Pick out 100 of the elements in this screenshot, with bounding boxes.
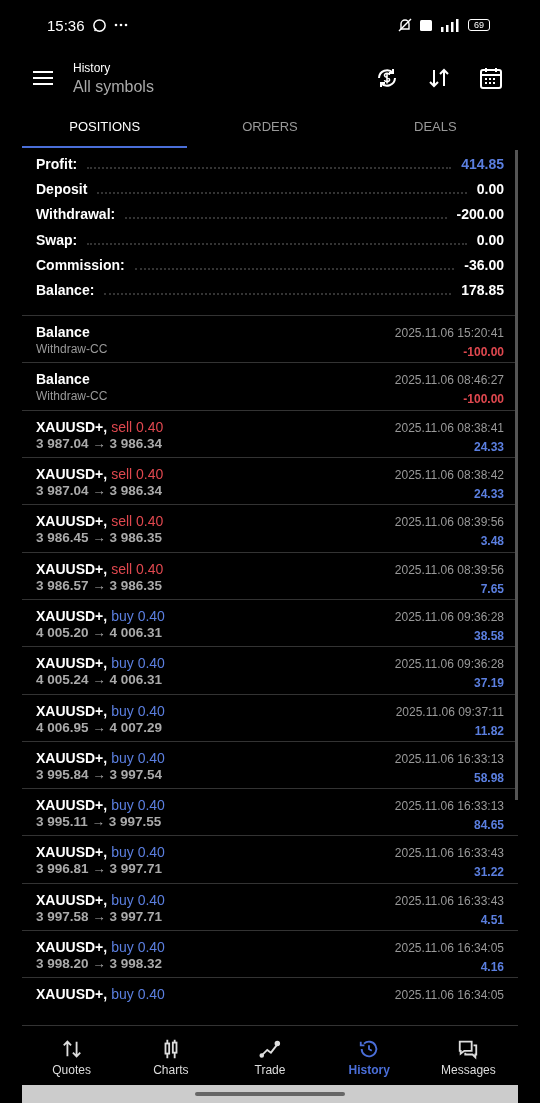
deal-symbol: XAUUSD+, [36, 418, 108, 435]
summary-value: -200.00 [456, 206, 504, 223]
deal-time: 2025.11.06 16:34:05 [394, 941, 504, 955]
line-graph-icon [259, 1038, 281, 1060]
screen-title: History [73, 60, 112, 75]
deal-comment: Withdraw-CC [36, 342, 108, 357]
more-icon [113, 23, 128, 27]
deal-symbol: XAUUSD+, [36, 607, 108, 624]
deal-profit: 31.22 [473, 865, 504, 880]
deal-time: 2025.11.06 09:36:28 [394, 609, 504, 624]
deal-prices: 4 006.95 → 4 007.29 [36, 719, 164, 735]
status-time: 15:36 [47, 16, 85, 34]
deal-symbol: XAUUSD+, [36, 655, 108, 672]
deal-symbol: XAUUSD+, [36, 986, 108, 1003]
deal-profit: 58.98 [473, 770, 504, 785]
deal-prices: 3 986.57 → 3 986.35 [36, 577, 164, 593]
deal-prices: 3 995.84 → 3 997.54 [36, 766, 164, 782]
tab[interactable]: DEALS [352, 106, 518, 148]
tab[interactable]: POSITIONS [22, 106, 188, 148]
summary-label: Deposit [36, 181, 88, 198]
deal-prices: 3 987.04 → 3 986.34 [36, 483, 164, 498]
deal-time: 2025.11.06 16:33:43 [394, 846, 504, 861]
nav-tab[interactable]: Messages [418, 1030, 518, 1085]
deal-time: 2025.11.06 09:36:28 [394, 657, 504, 672]
deal-profit: -100.00 [463, 345, 504, 360]
nav-tab[interactable]: Trade [220, 1030, 320, 1085]
deal-comment: Withdraw-CC [36, 389, 108, 404]
deal-prices: 3 987.04 → 3 986.34 [36, 435, 164, 451]
deal-prices: 3 995.11 → 3 997.55 [36, 814, 163, 830]
deal-profit: 4.51 [480, 912, 504, 927]
scrollbar[interactable] [515, 150, 518, 800]
summary-label: Balance: [36, 281, 95, 298]
deal-symbol: Balance [36, 371, 90, 388]
deal-time: 2025.11.06 08:39:56 [394, 562, 504, 577]
battery-indicator: 69 [468, 19, 490, 31]
deal-profit: 11.82 [474, 723, 504, 738]
deal-profit: 84.65 [473, 818, 504, 833]
summary-label: Withdrawal: [36, 206, 116, 223]
deal-profit: 4.16 [480, 960, 504, 974]
deal-time: 2025.11.06 15:20:41 [394, 326, 504, 341]
deal-symbol: XAUUSD+, [36, 844, 108, 861]
deal-symbol: XAUUSD+, [36, 513, 108, 530]
deal-prices: 4 005.24 → 4 006.31 [36, 672, 164, 688]
deal-profit: 3.48 [480, 534, 504, 549]
deal-type: buy 0.40 [111, 607, 165, 624]
deal-type: buy 0.40 [111, 702, 165, 719]
chat-bubble-icon [91, 17, 107, 33]
nav-tab[interactable]: History [319, 1030, 419, 1085]
summary-value: -36.00 [464, 256, 504, 273]
deal-profit: 24.33 [473, 439, 504, 454]
deal-type: buy 0.40 [111, 655, 165, 672]
muted-bell-icon [397, 18, 413, 32]
deal-time: 2025.11.06 09:37:11 [395, 704, 504, 719]
deal-profit: -100.00 [463, 392, 504, 407]
deal-profit: 24.33 [473, 487, 504, 501]
deal-type: sell 0.40 [111, 466, 164, 482]
gesture-handle[interactable] [195, 1092, 345, 1096]
deal-prices: 3 997.58 → 3 997.71 [36, 908, 164, 924]
deal-profit: 38.58 [473, 628, 504, 643]
deal-profit: 7.65 [480, 581, 504, 596]
deal-type: sell 0.40 [111, 513, 164, 530]
summary-label: Profit: [36, 156, 78, 172]
summary-value: 0.00 [476, 181, 504, 198]
summary-label: Commission: [36, 256, 125, 273]
nav-tab[interactable]: Charts [121, 1030, 221, 1085]
deal-type: buy 0.40 [111, 986, 165, 1003]
deal-time: 2025.11.06 08:39:56 [394, 515, 504, 530]
deal-prices: 3 986.45 → 3 986.35 [36, 530, 164, 546]
deal-time: 2025.11.06 16:33:13 [394, 751, 504, 766]
deal-symbol: XAUUSD+, [36, 466, 108, 482]
deal-type: buy 0.40 [111, 749, 165, 766]
symbol-filter[interactable]: All symbols [73, 77, 154, 96]
deal-symbol: XAUUSD+, [36, 797, 108, 814]
tab[interactable]: ORDERS [187, 106, 353, 148]
deal-prices: 4 005.20 → 4 006.31 [36, 624, 164, 640]
deal-profit: 37.19 [473, 676, 504, 691]
deal-type: buy 0.40 [111, 844, 165, 861]
nav-tab[interactable]: Quotes [22, 1030, 122, 1085]
deal-symbol: XAUUSD+, [36, 891, 108, 908]
sort-icon[interactable] [427, 66, 451, 90]
menu-icon[interactable] [33, 71, 53, 85]
deal-symbol: XAUUSD+, [36, 749, 108, 766]
summary-label: Swap: [36, 231, 78, 248]
deal-time: 2025.11.06 08:38:41 [394, 420, 504, 435]
summary-value: 0.00 [476, 231, 504, 248]
deal-symbol: Balance [36, 324, 90, 341]
chat-bubbles-icon [457, 1038, 480, 1060]
deal-prices: 3 998.20 → 3 998.32 [36, 956, 164, 971]
summary-value: 178.85 [461, 281, 504, 298]
deal-time: 2025.11.06 16:33:43 [394, 893, 504, 908]
deal-time: 2025.11.06 08:38:42 [394, 468, 504, 482]
currency-exchange-icon[interactable] [375, 66, 399, 90]
deal-prices: 3 996.81 → 3 997.71 [36, 861, 164, 877]
calendar-icon[interactable] [479, 66, 503, 90]
deal-type: buy 0.40 [111, 891, 165, 908]
deal-time: 2025.11.06 08:46:27 [394, 373, 504, 388]
deal-type: buy 0.40 [111, 797, 165, 814]
deal-type: sell 0.40 [111, 560, 164, 577]
deal-symbol: XAUUSD+, [36, 560, 108, 577]
up-down-arrows-icon [60, 1038, 83, 1060]
